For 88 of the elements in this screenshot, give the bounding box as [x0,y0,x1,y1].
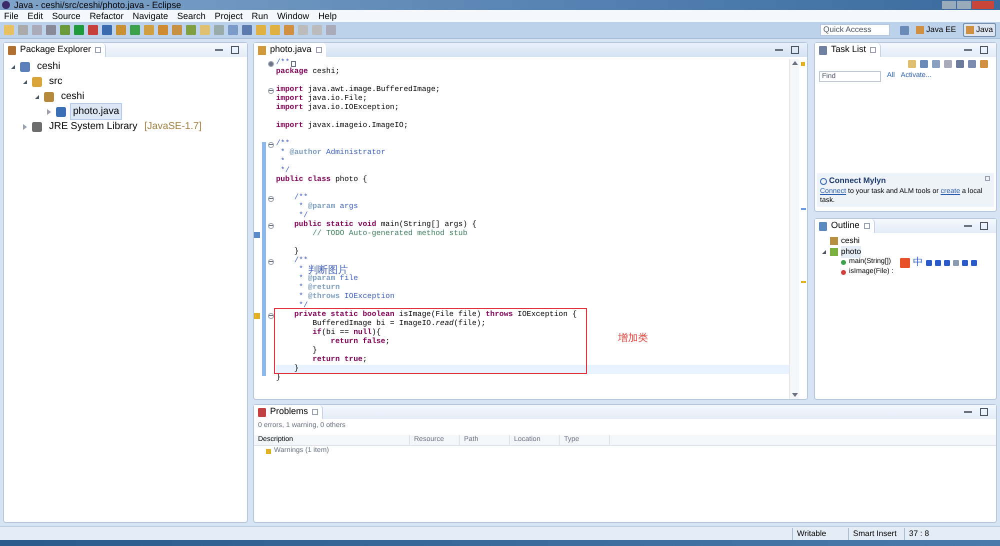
menu-item[interactable]: Edit [28,12,44,20]
menu-item[interactable]: Search [177,12,206,20]
scroll-down-icon[interactable] [792,393,798,397]
expanded-arrow-icon[interactable] [10,64,16,70]
tree-item[interactable]: ceshi [34,58,64,75]
view-icon [819,222,827,230]
annotation-label: 增加类 [618,332,648,347]
folder-icon [32,76,42,86]
maximize-icon[interactable] [980,46,988,54]
private-method-icon [841,270,846,274]
view-icon [258,408,266,416]
close-icon[interactable] [312,409,318,415]
close-icon[interactable] [95,47,102,53]
menu-item[interactable]: Navigate [132,12,168,20]
ime-mode-button[interactable]: 中 [913,258,923,268]
collapse-fold-icon[interactable] [268,142,274,148]
view-tab[interactable]: Problems [254,405,324,419]
collapse-fold-icon[interactable] [268,196,274,202]
open-perspective-icon[interactable] [900,26,910,34]
package-icon [44,92,54,102]
view-icon [819,46,827,54]
menu-item[interactable]: File [4,12,19,20]
window-title: Java - ceshi/src/ceshi/photo.java - Eclipse [14,0,182,10]
collapse-fold-icon[interactable] [268,222,274,228]
tree-item[interactable]: JRE System Library [46,118,140,135]
outline-item[interactable]: ceshi [841,234,860,246]
collapsed-comment-icon[interactable] [290,60,296,66]
maximize-icon[interactable] [980,408,988,416]
minimize-icon[interactable] [215,49,223,51]
ime-logo-icon[interactable] [900,258,910,268]
warning-icon [266,449,271,454]
minimize-icon[interactable] [964,225,972,227]
expanded-arrow-icon[interactable] [34,94,40,100]
menu-item[interactable]: Project [214,12,243,20]
view-tab[interactable]: Package Explorer [4,43,106,57]
collapse-fold-icon[interactable] [268,258,274,264]
close-icon[interactable] [870,47,876,53]
view-tab[interactable]: Task List [815,43,882,57]
public-method-icon [841,260,846,264]
minimize-icon[interactable] [964,49,972,51]
tree-item[interactable]: ceshi [58,88,88,105]
minimize-window-icon[interactable] [942,1,956,9]
package-icon [830,236,838,244]
library-icon [32,122,42,132]
restore-window-icon[interactable] [957,1,971,9]
outline-item[interactable]: photo [841,246,862,258]
overview-marker-icon [800,281,806,283]
overview-marker-icon [800,208,806,210]
close-window-icon[interactable] [972,1,994,9]
collapse-fold-icon[interactable] [268,312,274,318]
project-icon [20,62,30,72]
close-icon[interactable] [864,223,870,229]
close-icon[interactable] [985,176,990,181]
maximize-icon[interactable] [231,46,239,54]
collapsed-arrow-icon[interactable] [22,124,28,130]
java-file-icon [258,46,266,54]
info-icon [820,178,827,184]
collapse-fold-icon[interactable] [268,88,274,94]
perspective-icon [966,26,974,34]
expand-fold-icon[interactable] [268,60,274,66]
tree-item[interactable]: src [46,73,66,90]
perspective-button[interactable]: Java EE [913,23,960,37]
card-title: Connect Mylyn [829,175,886,187]
menu-item[interactable]: Window [277,12,310,20]
perspective-button[interactable]: Java [963,23,996,37]
overview-marker-icon [801,62,805,66]
close-icon[interactable] [316,47,322,53]
menu-item[interactable]: Refactor [90,12,124,20]
maximize-icon[interactable] [791,46,799,54]
menu-item[interactable]: Run [252,12,268,20]
library-version: [JavaSE-1.7] [144,120,202,134]
file-icon [56,106,66,116]
menu-item[interactable]: Help [318,12,337,20]
tree-item[interactable]: photo.java [70,103,122,120]
view-tab[interactable]: Outline [815,219,875,233]
collapsed-arrow-icon[interactable] [46,108,52,114]
class-icon [830,248,838,256]
maximize-icon[interactable] [980,222,988,230]
quick-access-field[interactable]: Quick Access [820,24,890,36]
view-icon [8,46,16,54]
editor-tab[interactable]: photo.java [254,43,326,57]
menu-item[interactable]: Source [52,12,81,20]
expanded-arrow-icon[interactable] [22,78,28,84]
perspective-icon [916,26,924,34]
minimize-icon[interactable] [964,411,972,413]
app-icon [2,1,10,9]
expanded-arrow-icon[interactable] [821,248,827,254]
minimize-icon[interactable] [775,49,783,51]
